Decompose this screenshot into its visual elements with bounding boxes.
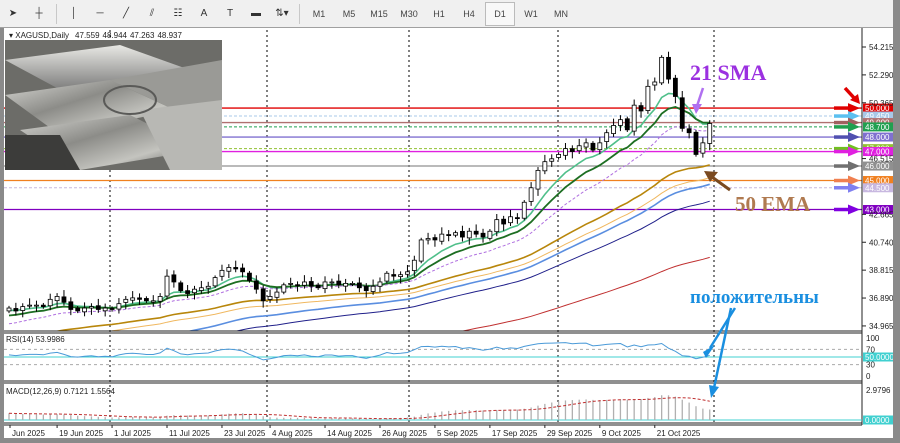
annotation-50-ema: 50 EMA	[735, 192, 811, 216]
price-axis-label: 40.740	[869, 238, 893, 247]
silver-bars-photo	[5, 40, 222, 170]
annotation-positive: положительны	[690, 287, 819, 308]
price-axis-label: 38.815	[869, 266, 893, 275]
rsi-axis-label: 100	[866, 334, 880, 343]
price-chart[interactable]: ▾ XAGUSD,Daily 47.559 48.944 47.263 48.937 5…	[0, 0, 893, 443]
candle[interactable]	[624, 116, 630, 132]
price-axis-label: 34.965	[869, 322, 893, 331]
date-axis-label: 17 Sep 2025	[492, 429, 538, 438]
candle[interactable]	[631, 99, 637, 136]
date-axis-label: 29 Sep 2025	[547, 429, 593, 438]
level-price-label: 48.700	[865, 123, 890, 132]
rsi-label: RSI(14) 53.9986	[6, 335, 65, 344]
date-axis-label: 9 Oct 2025	[602, 429, 642, 438]
candle[interactable]	[659, 55, 665, 86]
candle[interactable]	[212, 275, 218, 289]
date-axis-label: 5 Sep 2025	[437, 429, 478, 438]
price-axis-label: 54.215	[869, 43, 893, 52]
candle[interactable]	[178, 280, 184, 293]
date-axis-label: 14 Aug 2025	[327, 429, 372, 438]
date-axis-label: 1 Jul 2025	[114, 429, 151, 438]
bottom-border	[0, 438, 900, 443]
macd-axis-max: 2.9796	[866, 386, 891, 395]
macd-label: MACD(12,26,9) 0.7121 1.5564	[6, 387, 116, 396]
date-axis-label: 11 Jul 2025	[169, 429, 210, 438]
price-axis-label: 50.365	[869, 99, 893, 108]
price-axis-label: 52.290	[869, 71, 893, 80]
right-scrollbar[interactable]	[893, 0, 900, 443]
date-axis-label: 21 Oct 2025	[657, 429, 701, 438]
candle[interactable]	[693, 130, 699, 157]
price-axis-label: 36.890	[869, 294, 893, 303]
candle[interactable]	[384, 271, 390, 284]
annotation-21-sma: 21 SMA	[690, 60, 767, 85]
price-axis-label: 42.665	[869, 210, 893, 219]
level-price-label: 44.500	[865, 184, 890, 193]
rsi-value-label: 50.0000	[865, 353, 893, 362]
date-axis-label: 23 Jul 2025	[224, 429, 266, 438]
rsi-axis-label: 0	[866, 372, 871, 381]
candle[interactable]	[521, 200, 527, 221]
macd-zero-label: 0.0000	[865, 416, 890, 425]
date-axis-label: 4 Aug 2025	[272, 429, 313, 438]
date-axis-label: Jun 2025	[12, 429, 45, 438]
price-axis-label: 46.515	[869, 155, 893, 164]
candle[interactable]	[418, 237, 424, 264]
date-axis-label: 19 Jun 2025	[59, 429, 104, 438]
level-price-label: 48.000	[865, 133, 890, 142]
date-axis-label: 26 Aug 2025	[382, 429, 427, 438]
